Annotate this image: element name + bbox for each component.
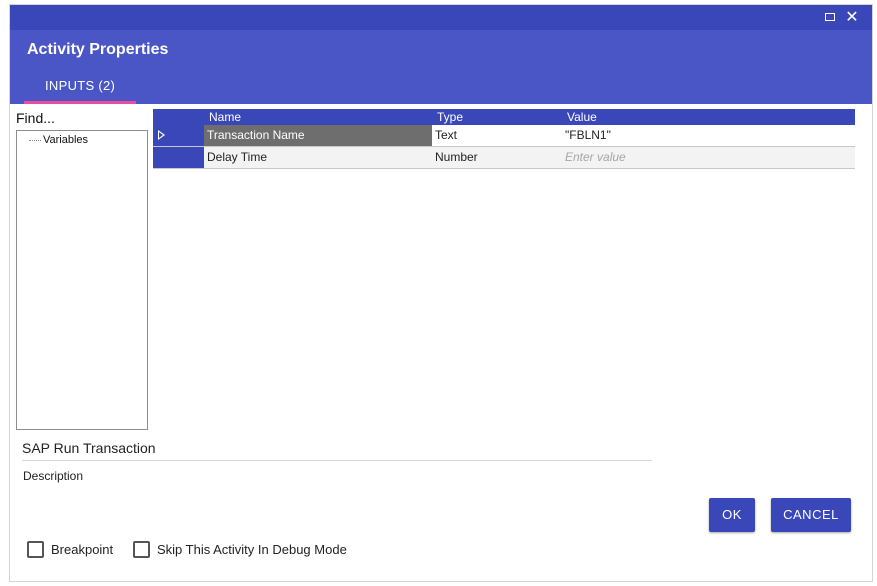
checkbox-box[interactable] [27,541,44,558]
tab-inputs[interactable]: INPUTS (2) [24,75,136,104]
cell-type[interactable]: Number [435,147,565,168]
column-header-value[interactable]: Value [567,110,597,124]
dialog-title: Activity Properties [27,41,169,58]
inputs-grid: Name Type Value Transaction Name Text "F… [153,109,855,169]
current-row-indicator [153,125,204,146]
cancel-button[interactable]: CANCEL [771,498,851,532]
tree-connector [29,139,41,141]
grid-row-transaction-name[interactable]: Transaction Name Text "FBLN1" [153,125,855,147]
breakpoint-label: Breakpoint [51,542,114,557]
title-bar: ✕ [10,5,872,30]
column-header-type[interactable]: Type [437,110,463,124]
row-pointer-icon [158,130,165,140]
cell-name[interactable]: Transaction Name [204,125,432,146]
variables-tree[interactable]: Variables [16,130,148,430]
column-header-name[interactable]: Name [209,110,241,124]
skip-in-debug-checkbox[interactable]: Skip This Activity In Debug Mode [133,541,368,559]
find-input[interactable]: Find... [16,110,55,126]
close-icon[interactable]: ✕ [844,9,860,25]
tree-item-label: Variables [43,134,89,146]
breakpoint-checkbox[interactable]: Breakpoint [27,541,127,559]
divider [22,460,652,461]
cell-value-input[interactable]: Enter value [565,147,855,168]
tab-inputs-label: INPUTS (2) [45,78,116,93]
active-tab-indicator [24,101,136,104]
grid-row-delay-time[interactable]: Delay Time Number Enter value [153,147,855,169]
tree-item-variables[interactable]: Variables [29,134,88,146]
checkbox-box[interactable] [133,541,150,558]
maximize-icon[interactable] [822,9,838,25]
cell-value[interactable]: "FBLN1" [565,125,855,146]
skip-in-debug-label: Skip This Activity In Debug Mode [157,542,347,557]
row-header [153,147,204,168]
activity-name: SAP Run Transaction [22,440,156,456]
ok-button[interactable]: OK [709,498,755,532]
activity-properties-dialog: ✕ Activity Properties INPUTS (2) Find...… [9,4,873,582]
cell-name[interactable]: Delay Time [204,147,432,168]
activity-description: Description [23,469,84,483]
cell-type[interactable]: Text [435,125,565,146]
dialog-header: Activity Properties INPUTS (2) [10,30,872,104]
grid-header: Name Type Value [153,109,855,125]
